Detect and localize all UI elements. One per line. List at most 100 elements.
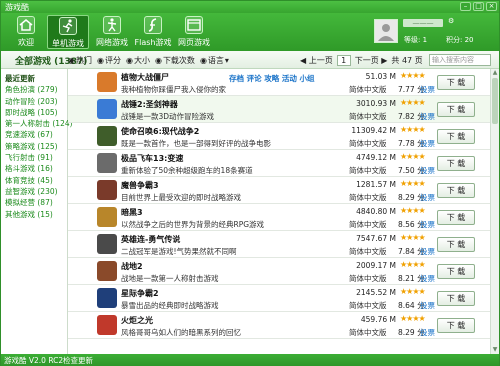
game-row[interactable]: 星际争霸2 暴雪出品的经典即时战略游戏 2145.52 M 简体中文版 ★★★★…	[68, 285, 492, 312]
game-name[interactable]: 英雄连-勇气传说	[121, 234, 180, 245]
game-name[interactable]: 星际争霸2	[121, 288, 159, 299]
sidebar-item-rpg[interactable]: 角色扮演 (279)	[5, 84, 67, 95]
nav-flash-button[interactable]: Flash游戏	[132, 15, 174, 49]
vote-link[interactable]: 投票	[420, 300, 435, 311]
sidebar-item-shooter[interactable]: 飞行射击 (91)	[5, 152, 67, 163]
game-name[interactable]: 战锤2:圣剑神器	[121, 99, 178, 110]
nav-online-button[interactable]: 网络游戏	[91, 15, 133, 49]
sidebar-item-simulation[interactable]: 模拟经营 (87)	[5, 197, 67, 208]
vote-link[interactable]: 投票	[420, 273, 435, 284]
download-button[interactable]: 下 载	[437, 129, 475, 144]
sidebar-item-racing[interactable]: 竞速游戏 (67)	[5, 129, 67, 140]
game-row[interactable]: 魔兽争霸3 目前世界上最受欢迎的即时战略游戏 1281.57 M 简体中文版 ★…	[68, 177, 492, 204]
download-button[interactable]: 下 载	[437, 183, 475, 198]
sort-filters: ◉ 热门 ◉ 评分 ◉ 大小 ◉ 下载次数 ◉ 语言 ▾	[68, 55, 229, 66]
download-button[interactable]: 下 载	[437, 75, 475, 90]
game-size: 4840.80 M	[356, 207, 396, 216]
search-input[interactable]: 输入搜索内容	[429, 54, 491, 66]
game-name[interactable]: 暗黑3	[121, 207, 143, 218]
vote-link[interactable]: 投票	[420, 165, 435, 176]
scroll-thumb[interactable]	[492, 78, 498, 124]
list-scrollbar[interactable]: ▲ ▼	[490, 69, 499, 354]
download-button[interactable]: 下 载	[437, 291, 475, 306]
sidebar-item-fighting[interactable]: 格斗游戏 (16)	[5, 163, 67, 174]
game-size: 3010.93 M	[356, 99, 396, 108]
nav-single-player-button[interactable]: 单机游戏	[47, 15, 89, 49]
rating-stars-icon: ★★★★	[400, 260, 426, 269]
game-icon	[97, 153, 117, 173]
game-name[interactable]: 植物大战僵尸	[121, 72, 169, 83]
next-page-button[interactable]: 下一页 ▶	[355, 55, 388, 66]
game-row[interactable]: 火炬之光 风格哥哥乌如人们的暗黑系列的回忆 459.76 M 简体中文版 ★★★…	[68, 312, 492, 339]
filter-score[interactable]: ◉ 评分	[97, 55, 121, 66]
game-row[interactable]: 战锤2:圣剑神器 战锤是一款3D动作冒险游戏 3010.93 M 简体中文版 ★…	[68, 96, 492, 123]
filter-hot[interactable]: ◉ 热门	[68, 55, 92, 66]
game-size: 2145.52 M	[356, 288, 396, 297]
download-button[interactable]: 下 载	[437, 102, 475, 117]
download-button[interactable]: 下 载	[437, 156, 475, 171]
game-name[interactable]: 火炬之光	[121, 315, 153, 326]
game-description: 重新体验了50余种超级跑车的18条赛道	[121, 166, 253, 175]
game-row[interactable]: 极品飞车13:变速 重新体验了50余种超级跑车的18条赛道 4749.12 M …	[68, 150, 492, 177]
game-description: 二战冠军是游戏!气势果然就不同啊	[121, 247, 237, 256]
game-name[interactable]: 魔兽争霸3	[121, 180, 159, 191]
nav-flash-label: Flash游戏	[134, 38, 172, 47]
download-button[interactable]: 下 载	[437, 264, 475, 279]
sidebar-item-fps[interactable]: 第一人称射击 (124)	[5, 118, 73, 129]
check-update-link[interactable]: 检查更新	[63, 355, 93, 366]
game-name[interactable]: 战地2	[121, 261, 143, 272]
sidebar-item-rts[interactable]: 即时战略 (105)	[5, 107, 67, 118]
sidebar-item-strategy[interactable]: 策略游戏 (125)	[5, 141, 67, 152]
filter-size[interactable]: ◉ 大小	[126, 55, 150, 66]
prev-page-button[interactable]: ◀ 上一页	[300, 55, 333, 66]
download-button[interactable]: 下 载	[437, 210, 475, 225]
game-row[interactable]: 战地2 战地是一款第一人称射击游戏 2009.17 M 简体中文版 ★★★★ 8…	[68, 258, 492, 285]
game-action-links[interactable]: 存档 评论 攻略 活动 小组	[229, 73, 314, 84]
game-size: 459.76 M	[360, 315, 396, 324]
game-description: 以然战争之后的世界为背景的经典RPG游戏	[121, 220, 265, 229]
maximize-icon[interactable]: □	[473, 2, 484, 11]
game-row[interactable]: 使命召唤6:现代战争2 既是一款首作，也是一部得到好评的战争电影 11309.4…	[68, 123, 492, 150]
scroll-down-icon[interactable]: ▼	[491, 346, 499, 354]
download-button[interactable]: 下 载	[437, 318, 475, 333]
avatar[interactable]	[374, 19, 398, 43]
settings-gear-icon[interactable]: ⚙	[448, 17, 454, 25]
rating-stars-icon: ★★★★	[400, 287, 426, 296]
vote-link[interactable]: 投票	[420, 84, 435, 95]
sidebar-item-other[interactable]: 其他游戏 (15)	[5, 209, 67, 220]
game-name[interactable]: 使命召唤6:现代战争2	[121, 126, 199, 137]
game-row[interactable]: 植物大战僵尸 我种植物你踩僵尸我入侵你的家 存档 评论 攻略 活动 小组 51.…	[68, 69, 492, 96]
download-button[interactable]: 下 载	[437, 237, 475, 252]
vote-link[interactable]: 投票	[420, 327, 435, 338]
vote-link[interactable]: 投票	[420, 246, 435, 257]
game-icon	[97, 207, 117, 227]
flash-icon	[144, 16, 162, 34]
language-icon: ◉	[199, 56, 207, 65]
sidebar-item-puzzle[interactable]: 益智游戏 (230)	[5, 186, 67, 197]
sidebar-item-sports[interactable]: 体育竞技 (45)	[5, 175, 67, 186]
window-title: 游戏酷	[5, 3, 29, 12]
vote-link[interactable]: 投票	[420, 219, 435, 230]
game-name[interactable]: 极品飞车13:变速	[121, 153, 183, 164]
filter-language[interactable]: ◉ 语言 ▾	[200, 55, 229, 66]
filter-downloads[interactable]: ◉ 下载次数	[155, 55, 195, 66]
sidebar-item-recent[interactable]: 最近更新	[5, 73, 67, 84]
sidebar-item-action[interactable]: 动作冒险 (203)	[5, 96, 67, 107]
chevron-down-icon: ▾	[224, 56, 229, 65]
home-icon	[17, 16, 35, 34]
game-size: 51.03 M	[365, 72, 396, 81]
game-row[interactable]: 暗黑3 以然战争之后的世界为背景的经典RPG游戏 4840.80 M 简体中文版…	[68, 204, 492, 231]
vote-link[interactable]: 投票	[420, 192, 435, 203]
game-row[interactable]: 英雄连-勇气传说 二战冠军是游戏!气势果然就不同啊 7547.67 M 简体中文…	[68, 231, 492, 258]
vote-link[interactable]: 投票	[420, 111, 435, 122]
nav-welcome-button[interactable]: 欢迎	[5, 15, 47, 49]
close-icon[interactable]: ×	[486, 2, 497, 11]
nav-single-player-label: 单机游戏	[52, 39, 84, 48]
scroll-up-icon[interactable]: ▲	[491, 69, 499, 77]
page-number-input[interactable]: 1	[336, 54, 351, 66]
user-name[interactable]: 一一一	[403, 19, 443, 28]
vote-link[interactable]: 投票	[420, 138, 435, 149]
nav-web-games-button[interactable]: 网页游戏	[173, 15, 215, 49]
rating-stars-icon: ★★★★	[400, 314, 426, 323]
minimize-icon[interactable]: –	[460, 2, 471, 11]
